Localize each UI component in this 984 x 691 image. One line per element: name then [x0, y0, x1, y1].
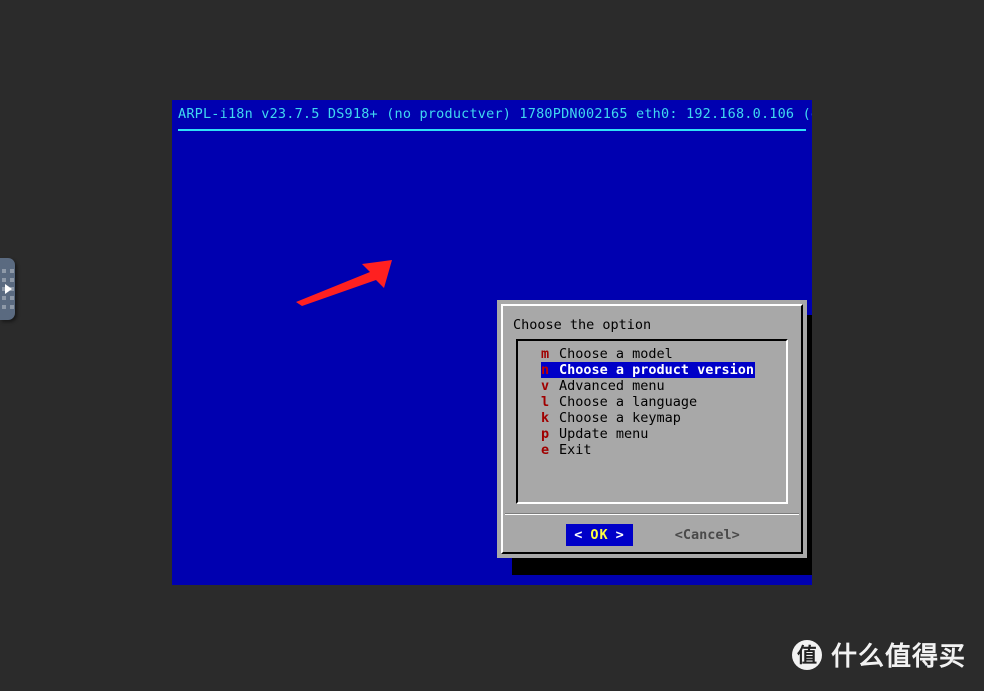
- menu-item-hotkey: k: [541, 410, 550, 426]
- terminal-header-separator: [178, 129, 806, 131]
- menu-item-label: Advanced menu: [559, 378, 665, 394]
- button-separator: [505, 513, 799, 515]
- menu-item-hotkey: n: [541, 362, 558, 378]
- dialog-title: Choose the option: [513, 317, 652, 333]
- terminal-window[interactable]: ARPL-i18n v23.7.5 DS918+ (no productver)…: [172, 100, 812, 585]
- terminal-header-line: ARPL-i18n v23.7.5 DS918+ (no productver)…: [178, 106, 812, 122]
- ok-button[interactable]: < OK >: [566, 524, 633, 546]
- menu-item[interactable]: e Exit: [518, 442, 786, 458]
- menu-item-label: Exit: [559, 442, 592, 458]
- menu-item[interactable]: n Choose a product version: [518, 362, 786, 378]
- menu-item-label: Update menu: [559, 426, 649, 442]
- dialog-button-row: < OK > <Cancel>: [497, 522, 807, 548]
- menu-item[interactable]: k Choose a keymap: [518, 410, 786, 426]
- play-triangle-icon[interactable]: [5, 284, 12, 294]
- menu-list-box[interactable]: m Choose a model n Choose a product version…: [516, 339, 788, 504]
- menu-item[interactable]: v Advanced menu: [518, 378, 786, 394]
- cancel-button[interactable]: <Cancel>: [671, 524, 744, 546]
- menu-item-label: Choose a product version: [558, 362, 756, 378]
- ok-button-label: OK: [590, 527, 609, 543]
- menu-item-hotkey: m: [541, 346, 550, 362]
- choose-option-dialog[interactable]: Choose the option m Choose a model n Choose…: [497, 300, 807, 558]
- floating-side-tab[interactable]: [0, 258, 15, 320]
- menu-item[interactable]: m Choose a model: [518, 346, 786, 362]
- watermark-text: 什么值得买: [830, 642, 966, 672]
- menu-item-hotkey: e: [541, 442, 550, 458]
- desktop-background: ARPL-i18n v23.7.5 DS918+ (no productver)…: [0, 0, 984, 691]
- ok-right-bracket-icon: >: [615, 527, 625, 543]
- menu-item-hotkey: v: [541, 378, 550, 394]
- menu-item-label: Choose a language: [559, 394, 698, 410]
- menu-item-label: Choose a model: [559, 346, 673, 362]
- menu-item-hotkey: l: [541, 394, 550, 410]
- watermark-logo-icon: 值: [791, 639, 822, 670]
- ok-left-bracket-icon: <: [574, 527, 584, 543]
- menu-item[interactable]: l Choose a language: [518, 394, 786, 410]
- menu-item-label: Choose a keymap: [559, 410, 681, 426]
- menu-item-hotkey: p: [541, 426, 550, 442]
- menu-item[interactable]: p Update menu: [518, 426, 786, 442]
- watermark: 值 什么值得买: [791, 636, 966, 673]
